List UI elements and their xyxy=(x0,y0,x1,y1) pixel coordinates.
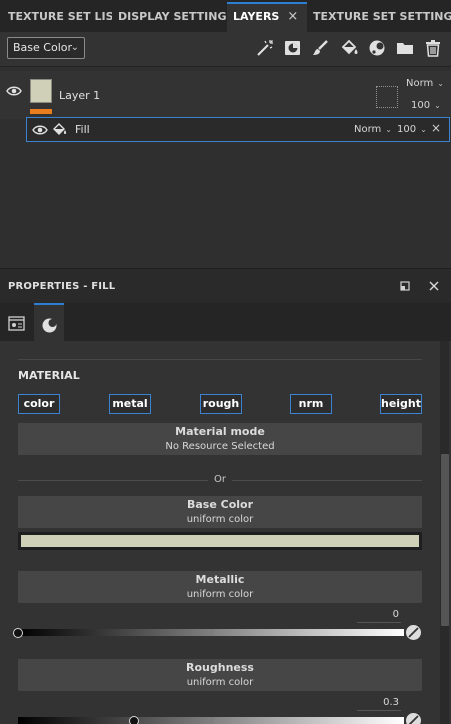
material-mode-picker[interactable]: Material mode No Resource Selected xyxy=(18,423,422,455)
channel-toggle-nrm[interactable]: nrm xyxy=(290,394,332,414)
block-value: uniform color xyxy=(186,589,254,600)
slider-handle[interactable] xyxy=(13,627,23,638)
metallic-slider[interactable] xyxy=(13,627,404,638)
slider-handle[interactable] xyxy=(128,715,139,724)
reset-icon[interactable] xyxy=(405,624,422,641)
layer-blend-mode[interactable]: Norm ⌄ xyxy=(406,78,444,89)
fill-bucket-icon[interactable] xyxy=(339,38,359,58)
close-icon[interactable]: × xyxy=(287,4,298,30)
block-value: uniform color xyxy=(186,677,254,688)
material-indicator xyxy=(30,109,52,114)
tab-fill-settings[interactable] xyxy=(1,303,31,341)
remove-effect-icon[interactable]: × xyxy=(431,121,441,135)
layer-name[interactable]: Layer 1 xyxy=(59,89,100,102)
effects-icon[interactable] xyxy=(367,38,387,58)
tab-texture-set-settings[interactable]: TEXTURE SET SETTINGS xyxy=(313,2,451,32)
layer-opacity[interactable]: 100 ⌄ xyxy=(411,100,441,111)
folder-icon[interactable] xyxy=(395,38,415,58)
settings-panel-icon xyxy=(8,316,25,331)
blend-mode-value: Norm xyxy=(354,124,382,135)
block-title: Base Color xyxy=(186,498,254,511)
slider-midpoint-tick xyxy=(211,717,212,724)
tab-material[interactable] xyxy=(34,303,64,341)
roughness-source[interactable]: Roughness uniform color xyxy=(18,659,422,691)
metallic-source[interactable]: Metallic uniform color xyxy=(18,571,422,603)
tab-label: TEXTURE SET LIST xyxy=(8,10,112,23)
tab-texture-set-list[interactable]: TEXTURE SET LIST xyxy=(8,2,112,32)
tab-layers[interactable]: LAYERS × xyxy=(227,2,307,32)
scrollbar[interactable] xyxy=(440,341,449,724)
close-icon[interactable] xyxy=(427,279,441,293)
smart-mask-icon[interactable] xyxy=(283,38,303,58)
layers-toolbar: Base Color ⌄ xyxy=(0,32,451,66)
block-title: Material mode xyxy=(175,425,265,438)
properties-tabs xyxy=(0,303,451,341)
layer-thumbnail[interactable] xyxy=(30,79,52,103)
or-label: Or xyxy=(208,474,232,485)
block-title: Metallic xyxy=(195,573,245,586)
tab-display-settings[interactable]: DISPLAY SETTINGS xyxy=(118,2,226,32)
fill-blend-mode[interactable]: Norm ⌄ xyxy=(354,124,392,135)
panel-title: PROPERTIES - FILL xyxy=(8,281,116,292)
channel-toggle-height[interactable]: height xyxy=(380,394,422,414)
properties-header: PROPERTIES - FILL xyxy=(0,268,451,303)
panel-tab-bar: TEXTURE SET LIST DISPLAY SETTINGS LAYERS… xyxy=(0,0,451,32)
channel-select-value: Base Color xyxy=(13,41,73,54)
divider xyxy=(18,359,422,360)
material-sphere-icon xyxy=(42,318,57,333)
reset-icon[interactable] xyxy=(405,712,422,724)
magic-wand-icon[interactable] xyxy=(255,38,275,58)
blend-mode-value: Norm xyxy=(406,78,434,89)
mask-slot[interactable] xyxy=(376,86,398,108)
fill-name: Fill xyxy=(75,123,90,136)
visibility-eye-icon[interactable] xyxy=(32,124,48,136)
opacity-value: 100 xyxy=(411,100,431,111)
tab-label: DISPLAY SETTINGS xyxy=(118,10,226,23)
block-value: uniform color xyxy=(186,514,254,525)
base-color-source[interactable]: Base Color uniform color xyxy=(18,496,422,528)
properties-content: MATERIAL color metal rough nrm height Ma… xyxy=(0,341,451,724)
roughness-value-field[interactable]: 0.3 xyxy=(357,697,401,711)
or-separator: Or xyxy=(0,474,440,485)
block-title: Roughness xyxy=(186,661,254,674)
chevron-down-icon: ⌄ xyxy=(70,42,79,53)
layer-row[interactable]: Layer 1 Norm ⌄ 100 ⌄ xyxy=(0,71,451,119)
base-color-swatch[interactable] xyxy=(18,532,422,550)
fill-bucket-icon xyxy=(52,122,67,137)
block-value: No Resource Selected xyxy=(165,441,275,452)
tab-label: TEXTURE SET SETTINGS xyxy=(313,10,451,23)
chevron-down-icon: ⌄ xyxy=(420,125,427,134)
fill-opacity[interactable]: 100 ⌄ xyxy=(397,124,427,135)
paint-brush-icon[interactable] xyxy=(311,38,331,58)
channel-toggle-rough[interactable]: rough xyxy=(200,394,242,414)
trash-icon[interactable] xyxy=(423,38,443,58)
metallic-value-field[interactable]: 0 xyxy=(357,609,401,623)
visibility-eye-icon[interactable] xyxy=(6,85,22,97)
slider-midpoint-tick xyxy=(211,629,212,636)
chevron-down-icon: ⌄ xyxy=(437,79,444,88)
fill-effect-row[interactable]: Fill Norm ⌄ 100 ⌄ × xyxy=(26,117,450,142)
channel-toggle-color[interactable]: color xyxy=(18,394,60,414)
channel-toggle-metal[interactable]: metal xyxy=(109,394,151,414)
chevron-down-icon: ⌄ xyxy=(434,101,441,110)
opacity-value: 100 xyxy=(397,124,417,135)
scrollbar-thumb[interactable] xyxy=(441,454,449,626)
roughness-slider[interactable] xyxy=(18,715,404,724)
chevron-down-icon: ⌄ xyxy=(385,125,392,134)
channel-select[interactable]: Base Color ⌄ xyxy=(7,37,85,59)
layer-stack: Layer 1 Norm ⌄ 100 ⌄ Fill Norm ⌄ 100 ⌄ × xyxy=(0,66,451,268)
undock-icon[interactable] xyxy=(398,279,412,293)
color-swatch-fill xyxy=(21,535,419,547)
tab-label: LAYERS xyxy=(233,10,280,23)
section-title: MATERIAL xyxy=(18,369,80,382)
